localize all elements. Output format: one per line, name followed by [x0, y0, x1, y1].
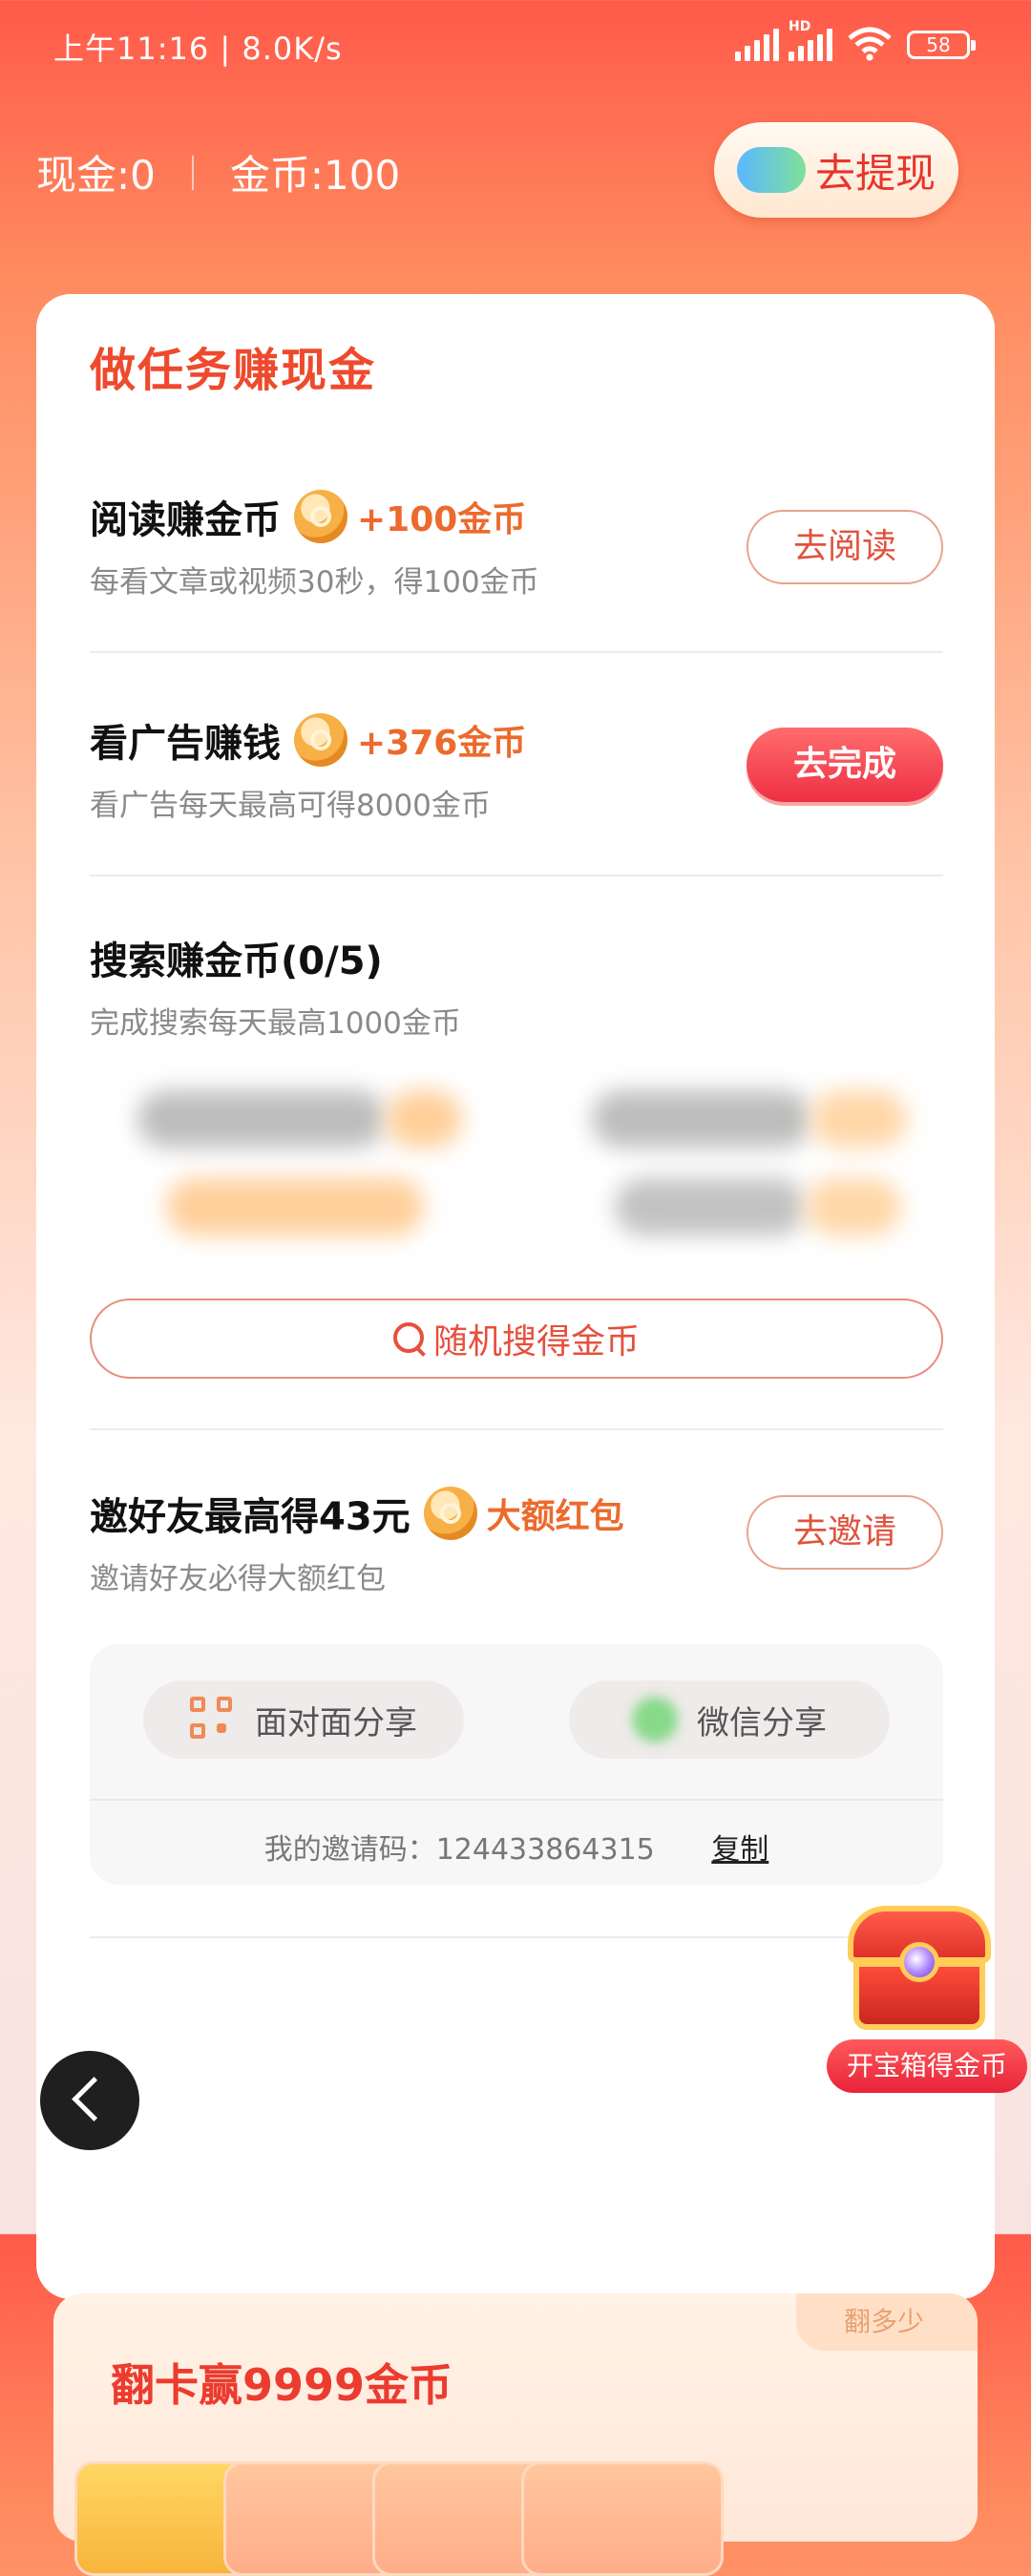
coin-icon — [294, 713, 347, 767]
coin-balance: 金币:100 — [229, 152, 401, 199]
coin-icon — [294, 490, 347, 543]
task-search: 搜索赚金币(0/5) 完成搜索每天最高1000金币 — [90, 930, 943, 1042]
task-read-name: 阅读赚金币 — [90, 498, 281, 542]
go-invite-button[interactable]: 去邀请 — [747, 1495, 943, 1570]
task-search-desc: 完成搜索每天最高1000金币 — [90, 1006, 461, 1041]
task-read-reward: +100金币 — [357, 500, 527, 539]
flip-card[interactable] — [521, 2461, 724, 2576]
balance-bar: 现金:0 金币:100 — [36, 143, 400, 201]
cash-balance: 现金:0 — [36, 152, 156, 199]
task-search-name: 搜索赚金币(0/5) — [90, 940, 383, 983]
divider — [90, 651, 943, 653]
treasure-chest-button[interactable]: 开宝箱得金币 — [827, 1906, 1027, 2097]
card-title: 做任务赚现金 — [90, 344, 377, 397]
invite-code-row: 我的邀请码：124433864315 复制 — [90, 1826, 943, 1868]
go-complete-button[interactable]: 去完成 — [747, 728, 943, 802]
random-search-label: 随机搜得金币 — [432, 1322, 640, 1362]
flip-card-title: 翻卡赢9999金币 — [111, 2359, 453, 2411]
wechat-icon — [632, 1697, 678, 1742]
wifi-icon — [848, 27, 892, 61]
treasure-label: 开宝箱得金币 — [827, 2039, 1027, 2093]
treasure-chest-icon — [848, 1906, 991, 2030]
go-read-button[interactable]: 去阅读 — [747, 510, 943, 584]
back-button[interactable] — [40, 2051, 139, 2150]
flip-card-tag: 翻多少 — [796, 2293, 978, 2351]
task-ads-reward: +376金币 — [357, 724, 527, 763]
divider — [90, 875, 943, 876]
task-invite: 邀好友最高得43元 大额红包 邀请好友必得大额红包 去邀请 — [90, 1486, 943, 1597]
search-icon — [392, 1322, 426, 1355]
battery-icon: 58 — [907, 31, 976, 59]
wechat-share-button[interactable]: 微信分享 — [569, 1680, 890, 1759]
withdraw-button[interactable]: 去提现 — [714, 122, 958, 218]
task-ads-name: 看广告赚钱 — [90, 722, 281, 766]
invite-code: 我的邀请码：124433864315 — [263, 1833, 655, 1867]
copy-button[interactable]: 复制 — [711, 1833, 768, 1867]
keyword-chip[interactable] — [166, 1178, 424, 1235]
task-invite-reward: 大额红包 — [486, 1497, 624, 1536]
keyword-chip-tag — [811, 1090, 907, 1148]
divider — [90, 1799, 943, 1801]
face-to-face-label: 面对面分享 — [255, 1703, 417, 1742]
task-ads: 看广告赚钱 +376金币 看广告每天最高可得8000金币 去完成 — [90, 712, 943, 824]
share-panel: 面对面分享 微信分享 我的邀请码：124433864315 复制 — [90, 1644, 943, 1885]
keyword-chip[interactable] — [592, 1090, 811, 1148]
coin-icon — [423, 1487, 477, 1540]
face-to-face-share-button[interactable]: 面对面分享 — [143, 1680, 464, 1759]
wechat-share-label: 微信分享 — [697, 1703, 827, 1742]
status-time: 上午11:16 | 8.0K/s — [53, 31, 343, 67]
task-invite-name: 邀好友最高得43元 — [90, 1495, 410, 1539]
status-bar: 上午11:16 | 8.0K/s HD 58 — [0, 0, 1031, 92]
signal-icon-2 — [789, 29, 832, 61]
task-search-title: 搜索赚金币(0/5) — [90, 930, 943, 985]
flip-card-section: 翻卡赢9999金币 翻多少 — [53, 2293, 978, 2576]
keyword-chip-tag — [806, 1178, 901, 1235]
search-keywords-blurred — [90, 1079, 943, 1251]
task-read: 阅读赚金币 +100金币 每看文章或视频30秒，得100金币 去阅读 — [90, 489, 943, 601]
divider — [90, 1428, 943, 1430]
random-search-button[interactable]: 随机搜得金币 — [90, 1299, 943, 1379]
keyword-chip[interactable] — [615, 1178, 806, 1235]
payment-logo-icon — [736, 147, 806, 193]
qr-code-icon — [190, 1697, 236, 1742]
divider — [90, 1936, 943, 1938]
signal-icon — [735, 29, 779, 61]
withdraw-label: 去提现 — [814, 149, 936, 197]
keyword-chip-tag — [386, 1090, 462, 1148]
divider — [191, 155, 194, 190]
keyword-chip[interactable] — [137, 1090, 386, 1148]
